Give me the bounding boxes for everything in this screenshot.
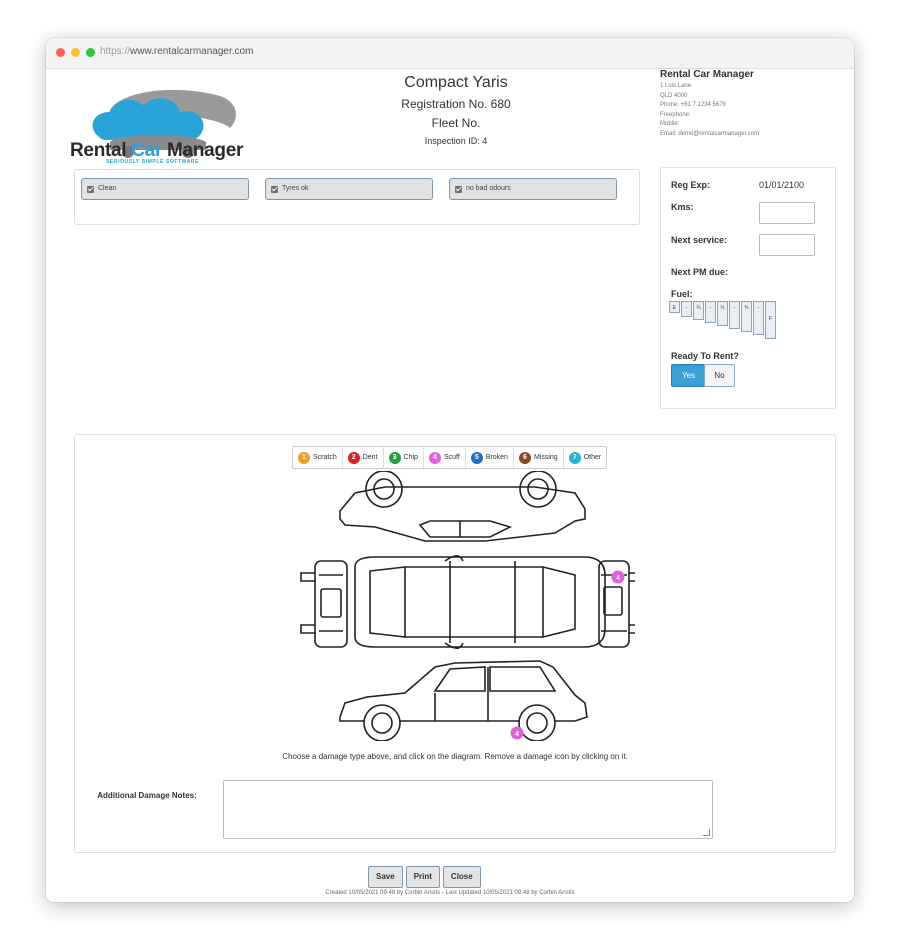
browser-window: https://www.rentalcarmanager.com Rental … bbox=[46, 38, 854, 902]
url-protocol: https:// bbox=[100, 46, 131, 57]
company-email: Email: demo@rentalcarmanager.com bbox=[660, 130, 760, 137]
damage-type-label: Missing bbox=[533, 454, 558, 461]
save-button[interactable]: Save bbox=[368, 866, 403, 888]
fuel-level-gap[interactable]: - bbox=[681, 301, 692, 317]
additional-notes-label: Additional Damage Notes: bbox=[97, 791, 197, 800]
company-freephone: Freephone: bbox=[660, 111, 691, 118]
car-top-view[interactable] bbox=[354, 554, 606, 650]
fuel-level-gap[interactable]: - bbox=[705, 301, 716, 323]
ready-no-button[interactable]: No bbox=[704, 364, 735, 387]
company-info: Rental Car Manager 1 Lois Lane QLD 4000 … bbox=[660, 69, 840, 139]
fuel-level-half[interactable]: ½ bbox=[717, 301, 728, 326]
vehicle-fleet: Fleet No. bbox=[431, 116, 481, 130]
check-label: no bad odours bbox=[466, 185, 511, 192]
damage-type-label: Chip bbox=[403, 454, 418, 461]
check-clean[interactable]: Clean bbox=[81, 178, 249, 200]
checkbox-checked-icon[interactable] bbox=[455, 186, 462, 193]
company-mobile: Mobile: bbox=[660, 121, 680, 127]
fuel-level-gap[interactable]: - bbox=[729, 301, 740, 329]
damage-number-icon: 6 bbox=[518, 451, 531, 464]
company-address-2: QLD 4000 bbox=[660, 92, 688, 99]
browser-titlebar: https://www.rentalcarmanager.com bbox=[46, 38, 854, 69]
damage-type-missing[interactable]: 6 Missing bbox=[514, 447, 564, 468]
damage-marker-scuff-side[interactable]: 4 bbox=[510, 726, 524, 740]
checkbox-checked-icon[interactable] bbox=[87, 186, 94, 193]
additional-notes-textarea[interactable] bbox=[223, 780, 713, 839]
damage-type-label: Other bbox=[583, 454, 602, 461]
car-side-view-bottom[interactable] bbox=[339, 660, 588, 741]
reg-exp-label: Reg Exp: bbox=[671, 180, 711, 190]
damage-type-label: Dent bbox=[362, 454, 378, 461]
damage-number-icon: 3 bbox=[388, 451, 401, 464]
vehicle-details-panel: Reg Exp: 01/01/2100 Kms: Next service: N… bbox=[660, 167, 836, 409]
vehicle-header: Compact Yaris Registration No. 680 Fleet… bbox=[336, 74, 576, 146]
minimize-window-icon[interactable] bbox=[71, 48, 80, 57]
damage-number-icon: 2 bbox=[347, 451, 360, 464]
check-label: Tyres ok bbox=[282, 185, 309, 192]
damage-type-other[interactable]: 7 Other bbox=[564, 447, 607, 468]
damage-number-icon: 4 bbox=[428, 451, 441, 464]
reg-exp-value: 01/01/2100 bbox=[759, 180, 805, 190]
damage-type-legend: 1 Scratch 2 Dent 3 Chip 4 Scuff 5 Broken 6 Mis… bbox=[292, 446, 608, 469]
maximize-window-icon[interactable] bbox=[86, 48, 95, 57]
resize-handle-icon[interactable] bbox=[703, 829, 710, 836]
next-pm-label: Next PM due: bbox=[671, 267, 729, 277]
checklist-panel: Clean Tyres ok no bad odours bbox=[74, 169, 640, 225]
car-damage-diagram[interactable]: 4 4 bbox=[285, 471, 635, 741]
damage-marker-number: 4 bbox=[515, 731, 519, 738]
company-address-1: 1 Lois Lane bbox=[660, 83, 692, 89]
vehicle-registration: Registration No. 680 bbox=[401, 97, 511, 111]
ready-yes-button[interactable]: Yes bbox=[671, 364, 706, 387]
damage-marker-number: 4 bbox=[616, 575, 620, 582]
damage-type-dent[interactable]: 2 Dent bbox=[343, 447, 384, 468]
company-phone: Phone: +61 7 1234 5678 bbox=[660, 102, 726, 108]
fuel-level-full[interactable]: F bbox=[765, 301, 776, 339]
close-window-icon[interactable] bbox=[56, 48, 65, 57]
vehicle-title: Compact Yaris bbox=[404, 74, 508, 91]
damage-marker-scuff-rear[interactable]: 4 bbox=[611, 570, 625, 584]
logo-tagline: SERIOUSLY SIMPLE SOFTWARE bbox=[106, 159, 200, 165]
url-host: www.rentalcarmanager.com bbox=[130, 46, 254, 57]
checkbox-checked-icon[interactable] bbox=[271, 186, 278, 193]
damage-type-broken[interactable]: 5 Broken bbox=[466, 447, 514, 468]
damage-type-scratch[interactable]: 1 Scratch bbox=[293, 447, 343, 468]
damage-type-scuff[interactable]: 4 Scuff bbox=[424, 447, 466, 468]
damage-type-label: Broken bbox=[485, 454, 508, 461]
next-service-label: Next service: bbox=[671, 235, 728, 245]
damage-number-icon: 7 bbox=[568, 451, 581, 464]
fuel-level-three-quarter[interactable]: ¾ bbox=[741, 301, 752, 332]
check-label: Clean bbox=[98, 185, 117, 192]
inspection-id: Inspection ID: 4 bbox=[424, 136, 488, 146]
kms-label: Kms: bbox=[671, 202, 694, 212]
damage-type-label: Scuff bbox=[443, 454, 460, 461]
address-bar[interactable]: https://www.rentalcarmanager.com bbox=[100, 46, 253, 57]
company-name: Rental Car Manager bbox=[660, 69, 754, 80]
damage-number-icon: 1 bbox=[298, 451, 310, 464]
fuel-level-e[interactable]: E bbox=[669, 301, 680, 313]
damage-instructions: Choose a damage type above, and click on… bbox=[282, 752, 628, 761]
check-odours[interactable]: no bad odours bbox=[449, 178, 617, 200]
damage-type-chip[interactable]: 3 Chip bbox=[384, 447, 424, 468]
damage-panel: 1 Scratch 2 Dent 3 Chip 4 Scuff 5 Broken 6 Mis… bbox=[74, 434, 836, 853]
ready-to-rent-label: Ready To Rent? bbox=[671, 351, 739, 361]
close-button[interactable]: Close bbox=[442, 866, 481, 888]
fuel-label: Fuel: bbox=[671, 289, 693, 299]
kms-input[interactable] bbox=[759, 202, 815, 224]
damage-number-icon: 5 bbox=[470, 451, 483, 464]
car-front-view[interactable] bbox=[300, 560, 348, 648]
damage-type-label: Scratch bbox=[313, 454, 337, 461]
action-buttons: Save Print Close bbox=[368, 866, 481, 888]
fuel-level-gap[interactable]: - bbox=[753, 301, 764, 335]
print-button[interactable]: Print bbox=[405, 866, 440, 888]
fuel-level-quarter[interactable]: ¼ bbox=[693, 301, 704, 320]
check-tyres[interactable]: Tyres ok bbox=[265, 178, 433, 200]
car-side-view-top[interactable] bbox=[339, 471, 586, 542]
audit-footer: Created 10/05/2021 09:48 by Corbin Ansti… bbox=[325, 890, 575, 896]
next-service-input[interactable] bbox=[759, 234, 815, 256]
